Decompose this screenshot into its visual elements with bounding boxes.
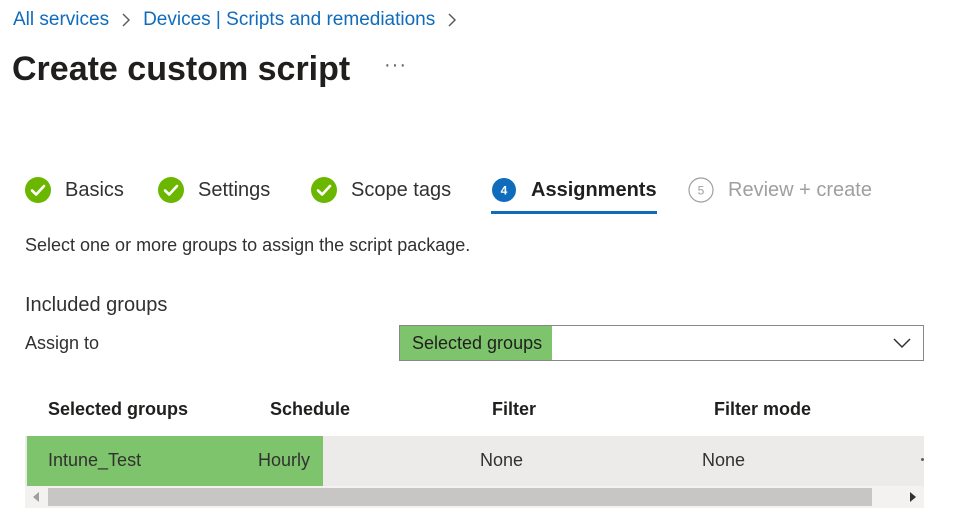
step-label: Assignments	[531, 178, 657, 201]
cell-group: Intune_Test	[48, 450, 142, 470]
table-header: Selected groups Schedule Filter Filter m…	[25, 390, 924, 430]
cell-schedule[interactable]: Hourly	[258, 450, 310, 471]
assign-to-label: Assign to	[25, 333, 100, 353]
included-groups-heading: Included groups	[25, 294, 168, 316]
scroll-left-icon[interactable]	[29, 490, 43, 504]
assignments-table: Selected groups Schedule Filter Filter m…	[25, 390, 924, 486]
column-header-filter[interactable]: Filter	[492, 399, 536, 420]
step-review-create[interactable]: 5 Review + create	[688, 172, 872, 208]
checkmark-circle-icon	[158, 177, 184, 203]
step-number-icon: 4	[491, 177, 517, 203]
wizard-steps: Basics Settings Scope tags 4 Assignments…	[0, 172, 964, 218]
assign-to-dropdown[interactable]: Selected groups	[399, 325, 924, 361]
breadcrumb-devices-scripts[interactable]: Devices | Scripts and remediations	[143, 9, 435, 31]
step-number: 4	[501, 184, 508, 198]
column-header-filter-mode[interactable]: Filter mode	[714, 399, 811, 420]
step-assignments[interactable]: 4 Assignments	[491, 172, 657, 214]
more-options-button[interactable]: ···	[384, 54, 407, 77]
step-number: 5	[698, 184, 705, 198]
scroll-right-icon[interactable]	[906, 490, 920, 504]
horizontal-scrollbar[interactable]	[25, 486, 924, 508]
assign-to-value: Selected groups	[400, 326, 552, 360]
chevron-right-icon	[109, 13, 143, 27]
table-row[interactable]: Intune_Test Hourly None None	[25, 436, 924, 486]
step-label: Basics	[65, 178, 124, 201]
checkmark-circle-icon	[311, 177, 337, 203]
step-number-icon: 5	[688, 177, 714, 203]
chevron-right-icon	[435, 13, 469, 27]
column-header-selected-groups[interactable]: Selected groups	[48, 399, 188, 420]
row-overflow-indicator	[921, 458, 924, 461]
create-custom-script-page: All services Devices | Scripts and remed…	[0, 0, 964, 532]
step-basics[interactable]: Basics	[25, 172, 124, 208]
column-header-schedule[interactable]: Schedule	[270, 399, 350, 420]
step-scope-tags[interactable]: Scope tags	[311, 172, 451, 208]
cell-filter-mode: None	[702, 450, 746, 470]
breadcrumb-all-services[interactable]: All services	[13, 9, 109, 31]
assignment-instruction: Select one or more groups to assign the …	[25, 235, 471, 255]
step-label: Scope tags	[351, 178, 452, 201]
step-label: Review + create	[728, 178, 872, 201]
checkmark-circle-icon	[25, 177, 51, 203]
scrollbar-thumb[interactable]	[48, 488, 872, 506]
cell-filter[interactable]: None	[480, 450, 523, 471]
step-label: Settings	[198, 178, 271, 201]
breadcrumb: All services Devices | Scripts and remed…	[13, 9, 469, 31]
chevron-down-icon	[893, 334, 911, 357]
step-settings[interactable]: Settings	[158, 172, 270, 208]
page-title: Create custom script	[12, 50, 351, 88]
